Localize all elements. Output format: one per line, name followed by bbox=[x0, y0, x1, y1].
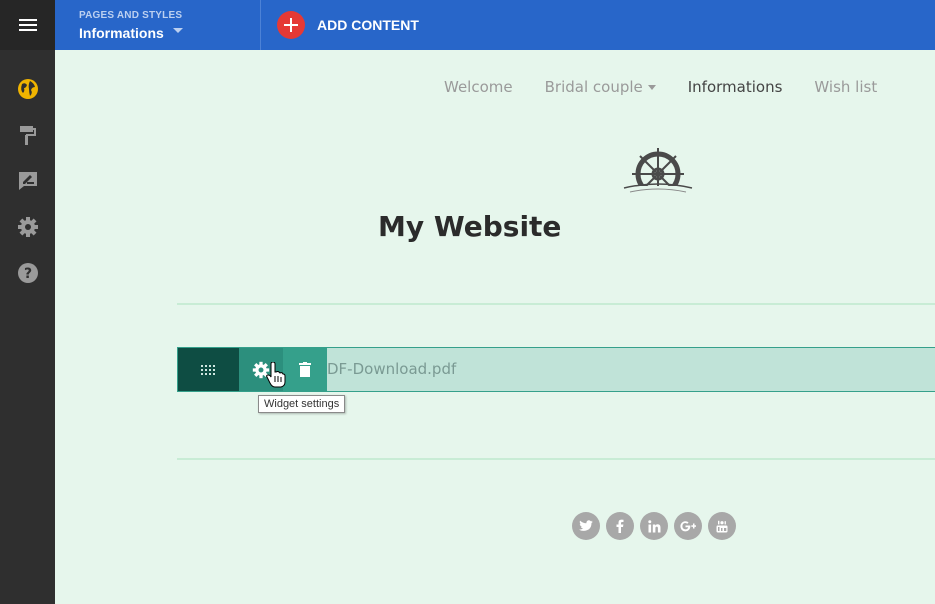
facebook-icon[interactable] bbox=[606, 512, 634, 540]
plus-icon bbox=[277, 11, 305, 39]
youtube-icon[interactable] bbox=[708, 512, 736, 540]
top-toolbar: PAGES AND STYLES Informations ADD CONTEN… bbox=[55, 0, 935, 50]
site-navigation: Welcome Bridal couple Informations Wish … bbox=[444, 78, 877, 96]
file-download-widget[interactable]: DF-Download.pdf bbox=[177, 347, 935, 392]
sidebar-item-content[interactable] bbox=[13, 166, 43, 196]
ship-wheel-icon[interactable] bbox=[620, 146, 696, 203]
current-page-name: Informations bbox=[79, 25, 164, 41]
sidebar-item-help[interactable]: ? bbox=[13, 258, 43, 288]
section-divider bbox=[177, 458, 935, 460]
paint-roller-icon bbox=[20, 126, 36, 145]
section-divider bbox=[177, 303, 935, 305]
google-plus-icon[interactable] bbox=[674, 512, 702, 540]
nav-item-label: Bridal couple bbox=[544, 78, 643, 96]
linkedin-icon[interactable] bbox=[640, 512, 668, 540]
svg-text:?: ? bbox=[24, 266, 32, 282]
nav-item-wish-list[interactable]: Wish list bbox=[814, 78, 877, 96]
pages-and-styles-selector[interactable]: PAGES AND STYLES Informations bbox=[55, 0, 261, 50]
widget-settings-tooltip: Widget settings bbox=[258, 395, 346, 413]
drag-handle-button[interactable] bbox=[178, 348, 239, 391]
hamburger-icon bbox=[18, 19, 37, 31]
editor-sidebar: ? bbox=[0, 0, 55, 604]
nav-item-bridal-couple[interactable]: Bridal couple bbox=[545, 78, 656, 96]
nav-item-informations[interactable]: Informations bbox=[688, 78, 783, 96]
drag-grid-icon bbox=[200, 364, 215, 375]
nav-item-welcome[interactable]: Welcome bbox=[444, 78, 513, 96]
edit-comment-icon bbox=[19, 172, 37, 190]
file-name: DF-Download.pdf bbox=[327, 360, 457, 378]
twitter-icon[interactable] bbox=[572, 512, 600, 540]
chevron-down-icon bbox=[647, 84, 656, 90]
menu-button[interactable] bbox=[0, 0, 55, 50]
site-title[interactable]: My Website bbox=[0, 210, 935, 243]
trash-icon bbox=[299, 362, 311, 377]
help-icon: ? bbox=[18, 263, 38, 283]
hand-cursor-icon bbox=[266, 361, 286, 393]
globe-icon bbox=[18, 79, 38, 99]
pages-and-styles-label: PAGES AND STYLES bbox=[79, 10, 183, 21]
add-content-label: ADD CONTENT bbox=[317, 17, 419, 33]
social-links bbox=[572, 512, 742, 540]
sidebar-item-design[interactable] bbox=[13, 120, 43, 150]
sidebar-item-website[interactable] bbox=[13, 74, 43, 104]
add-content-button[interactable]: ADD CONTENT bbox=[277, 10, 419, 40]
chevron-down-icon bbox=[173, 28, 183, 33]
delete-widget-button[interactable] bbox=[283, 348, 327, 391]
